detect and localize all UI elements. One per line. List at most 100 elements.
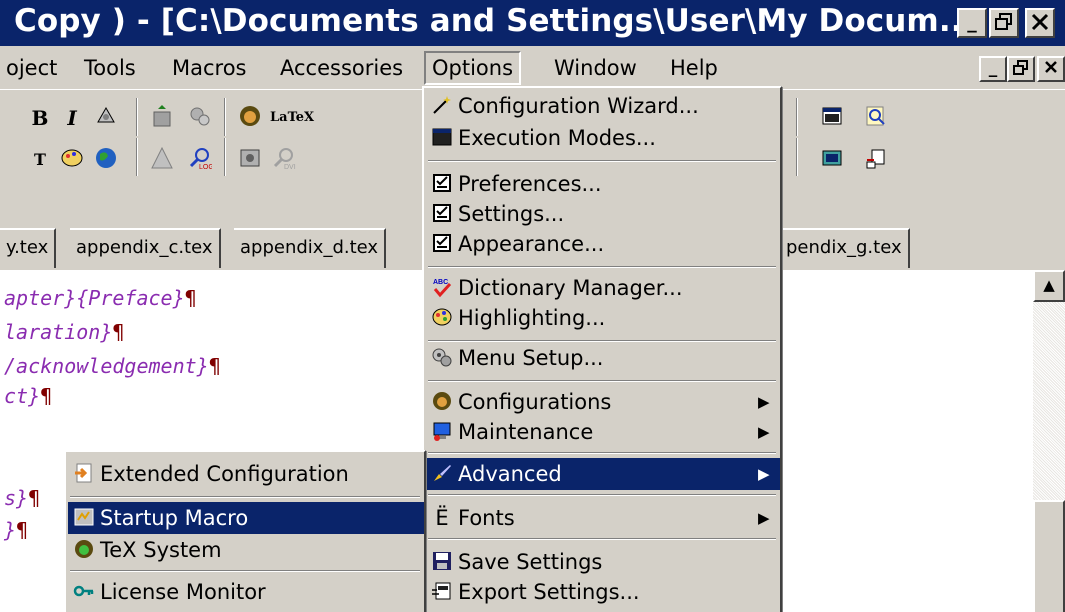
globe-icon[interactable] <box>92 146 120 174</box>
close-icon <box>1045 61 1057 73</box>
tab-appendix-g[interactable]: pendix_g.tex <box>778 228 910 268</box>
checklist-icon <box>430 172 454 196</box>
menu-item-advanced[interactable]: Advanced ▶ <box>426 458 780 490</box>
gears-icon <box>430 346 454 370</box>
submenu-arrow-icon: ▶ <box>758 465 770 483</box>
menu-item-label: Menu Setup... <box>458 346 604 370</box>
brush-icon <box>430 462 454 486</box>
export-icon[interactable] <box>862 146 890 174</box>
tab-appendix-c[interactable]: appendix_c.tex <box>70 228 221 268</box>
menu-macros[interactable]: Macros <box>166 51 253 85</box>
bold-icon[interactable]: B <box>26 104 54 132</box>
arrow-page-icon <box>72 462 96 486</box>
menu-separator <box>428 266 776 268</box>
menu-bar: oject Tools Macros Accessories Options W… <box>0 46 1065 90</box>
menu-item-fonts[interactable]: Ë Fonts ▶ <box>426 502 780 534</box>
code-text: s} <box>4 486 29 510</box>
mdi-minimize-button[interactable]: _ <box>979 56 1007 82</box>
menu-item-label: Configuration Wizard... <box>458 94 699 118</box>
menu-item-export-settings[interactable]: Export Settings... <box>426 576 780 608</box>
terminal-icon[interactable] <box>818 146 846 174</box>
submenu-item-license-monitor[interactable]: License Monitor <box>68 576 424 608</box>
advanced-submenu: Extended Configuration Startup Macro TeX… <box>64 450 426 612</box>
scroll-up-button[interactable]: ▲ <box>1033 270 1065 302</box>
toolbar-separator <box>796 138 798 176</box>
menu-item-execution-modes[interactable]: Execution Modes... <box>426 122 780 154</box>
restore-icon <box>1013 60 1028 75</box>
floppy-icon <box>430 550 454 574</box>
scroll-thumb[interactable] <box>1033 500 1065 612</box>
submenu-item-startup-macro[interactable]: Startup Macro <box>68 502 424 534</box>
pilcrow: ¶ <box>112 320 125 344</box>
search-doc-icon[interactable] <box>862 104 890 132</box>
svg-text:DVI: DVI <box>284 164 296 170</box>
mdi-close-button[interactable] <box>1037 56 1065 82</box>
submenu-item-extended-configuration[interactable]: Extended Configuration <box>68 458 424 490</box>
menu-item-settings[interactable]: Settings... <box>426 198 780 230</box>
triangle-icon[interactable] <box>148 146 176 174</box>
typewriter-icon[interactable]: T <box>26 146 54 174</box>
toolbar-separator <box>136 98 138 136</box>
menu-item-configurations[interactable]: Configurations ▶ <box>426 386 780 418</box>
menu-item-appearance[interactable]: Appearance... <box>426 228 780 260</box>
window-title: Copy ) - [C:\Documents and Settings\User… <box>14 3 975 39</box>
palette-icon <box>430 306 454 330</box>
dvi-icon[interactable]: DVI <box>270 146 298 174</box>
menu-item-configuration-wizard[interactable]: Configuration Wizard... <box>426 90 780 122</box>
menu-options[interactable]: Options <box>424 51 522 85</box>
toolbar-separator <box>224 98 226 136</box>
code-text: ct} <box>4 384 41 408</box>
menu-project[interactable]: oject <box>0 51 63 85</box>
menu-item-maintenance[interactable]: Maintenance ▶ <box>426 416 780 448</box>
vertical-scrollbar[interactable]: ▲ <box>1033 270 1065 612</box>
computer-icon <box>430 420 454 444</box>
menu-item-label: Highlighting... <box>458 306 606 330</box>
menu-help[interactable]: Help <box>664 51 724 85</box>
menu-item-highlighting[interactable]: Highlighting... <box>426 302 780 334</box>
pilcrow: ¶ <box>184 286 197 310</box>
tab-summary[interactable]: y.tex <box>0 228 57 268</box>
latex-icon[interactable]: LaTeX <box>270 104 314 132</box>
tab-appendix-d[interactable]: appendix_d.tex <box>234 228 387 268</box>
menu-item-label: TeX System <box>100 538 222 562</box>
code-line: }¶ <box>4 518 28 542</box>
code-line: s}¶ <box>4 486 40 510</box>
code-text: laration} <box>4 320 113 344</box>
menu-window[interactable]: Window <box>548 51 643 85</box>
menu-item-label: Save Settings <box>458 550 603 574</box>
minimize-button[interactable]: _ <box>957 8 987 38</box>
submenu-item-tex-system[interactable]: TeX System <box>68 534 424 566</box>
menu-item-label: Advanced <box>458 462 562 486</box>
menu-item-label: Extended Configuration <box>100 462 349 486</box>
menu-item-menu-setup[interactable]: Menu Setup... <box>426 342 780 374</box>
mdi-restore-button[interactable] <box>1007 56 1035 82</box>
svg-text:LOG: LOG <box>199 164 212 170</box>
menu-item-preferences[interactable]: Preferences... <box>426 168 780 200</box>
menu-item-save-settings[interactable]: Save Settings <box>426 546 780 578</box>
menu-separator <box>70 496 420 498</box>
compile-icon[interactable] <box>236 146 264 174</box>
window-icon[interactable] <box>818 104 846 132</box>
log-search-icon[interactable]: LOG <box>186 146 214 174</box>
gears-icon[interactable] <box>186 104 214 132</box>
font-icon[interactable] <box>92 104 120 132</box>
checklist-icon <box>430 232 454 256</box>
menu-item-dictionary-manager[interactable]: ABC Dictionary Manager... <box>426 272 780 304</box>
menu-separator <box>428 160 776 162</box>
pilcrow: ¶ <box>16 518 29 542</box>
close-button[interactable] <box>1025 8 1055 38</box>
lion-icon <box>430 390 454 414</box>
italic-icon[interactable]: I <box>58 104 86 132</box>
highlight-icon[interactable] <box>58 146 86 174</box>
spellcheck-icon[interactable] <box>148 104 176 132</box>
title-bar[interactable]: Copy ) - [C:\Documents and Settings\User… <box>0 0 1065 46</box>
checklist-icon <box>430 202 454 226</box>
menu-tools[interactable]: Tools <box>78 51 142 85</box>
menu-item-label: License Monitor <box>100 580 266 604</box>
menu-separator <box>428 538 776 540</box>
menu-accessories[interactable]: Accessories <box>274 51 409 85</box>
pilcrow: ¶ <box>40 384 53 408</box>
lion-icon[interactable] <box>236 104 264 132</box>
code-line: apter}{Preface}¶ <box>4 286 197 310</box>
restore-button[interactable] <box>989 8 1019 38</box>
